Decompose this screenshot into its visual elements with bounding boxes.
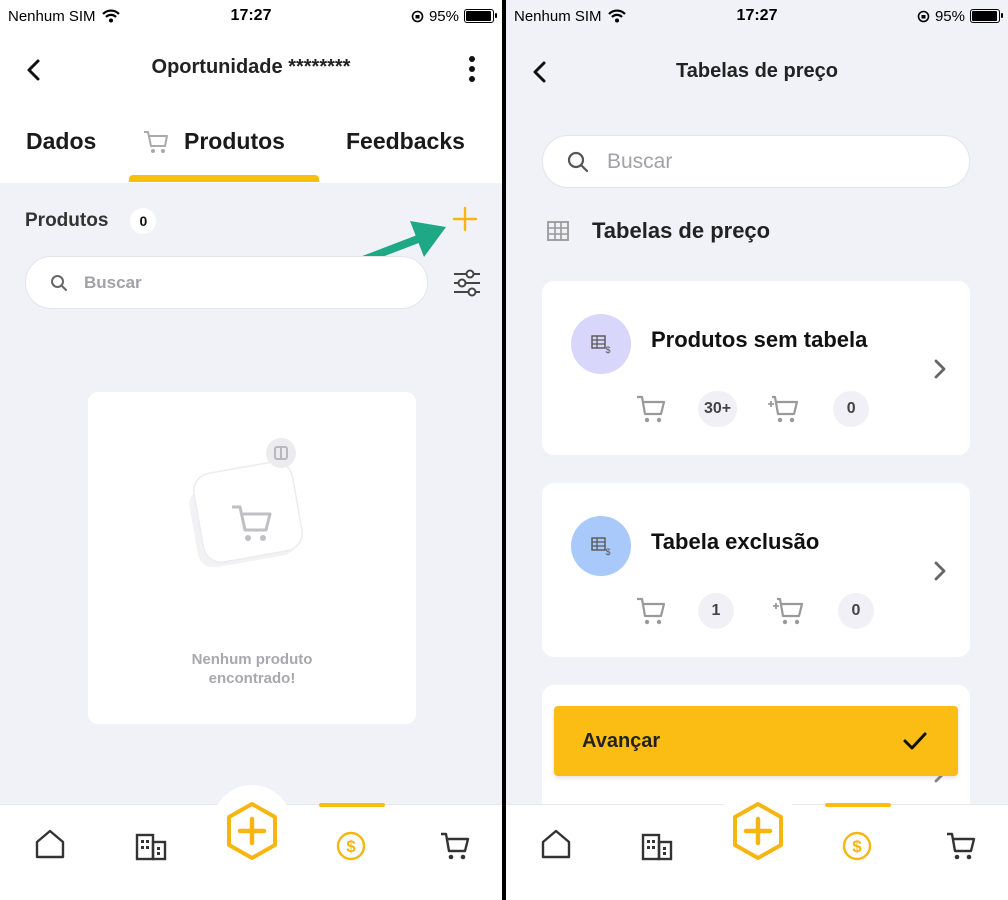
- svg-text:$: $: [605, 345, 610, 355]
- tab-label: Feedbacks: [346, 128, 465, 154]
- wifi-icon: [607, 9, 626, 23]
- search-input[interactable]: [607, 149, 907, 174]
- advance-button-label: Avançar: [582, 729, 661, 752]
- products-count-badge: 30+: [698, 391, 738, 427]
- more-options-icon[interactable]: [462, 54, 482, 84]
- home-icon[interactable]: [539, 827, 573, 861]
- price-table-search-bar[interactable]: [542, 135, 970, 188]
- empty-state-card: Nenhum produto encontrado!: [88, 392, 416, 724]
- bottom-navigation: $: [506, 785, 1008, 900]
- added-count-badge: 0: [838, 593, 874, 629]
- status-bar: Nenhum SIM 17:27 95%: [506, 0, 1008, 32]
- tab-produtos[interactable]: Produtos: [142, 128, 285, 155]
- price-table-avatar: $: [571, 516, 631, 576]
- added-count-badge: 0: [833, 391, 870, 427]
- products-section-header: Produtos 0: [25, 208, 157, 234]
- money-icon[interactable]: $: [334, 829, 368, 863]
- building-icon[interactable]: [640, 829, 674, 863]
- price-table-name: Tabela exclusão: [651, 529, 820, 554]
- cart-icon[interactable]: [438, 829, 472, 863]
- home-icon[interactable]: [33, 827, 67, 861]
- battery-percent: 95%: [934, 7, 965, 25]
- section-title: Tabelas de preço: [592, 218, 771, 243]
- orientation-lock-icon: [411, 10, 424, 22]
- search-icon: [51, 274, 67, 291]
- price-table-name: Produtos sem tabela: [651, 327, 868, 352]
- checkmark-icon: [903, 732, 927, 750]
- grid-table-icon: [547, 221, 569, 241]
- chevron-right-icon: [934, 561, 946, 581]
- bottom-navigation: $: [0, 785, 502, 900]
- product-count-badge: 0: [130, 208, 157, 234]
- price-table-stats: 1 0: [634, 593, 874, 629]
- price-table-card[interactable]: $ Tabela exclusão 1 0: [542, 483, 970, 657]
- orientation-lock-icon: [917, 10, 930, 22]
- left-screen: Nenhum SIM 17:27 95% Oportunidade ******…: [0, 0, 502, 900]
- right-screen: Nenhum SIM 17:27 95% Tabelas de preço Ta…: [506, 0, 1008, 900]
- page-title: Tabelas de preço: [676, 60, 838, 82]
- status-bar: Nenhum SIM 17:27 95%: [0, 0, 502, 32]
- cart-icon[interactable]: [944, 829, 978, 863]
- wifi-icon: [101, 9, 120, 23]
- add-fab-icon[interactable]: [224, 801, 280, 861]
- tab-dados[interactable]: Dados: [26, 128, 96, 155]
- clock: 17:27: [736, 7, 778, 24]
- battery-percent: 95%: [428, 7, 459, 25]
- tab-label: Dados: [26, 128, 97, 154]
- battery-icon: [464, 9, 497, 23]
- cart-add-icon: [773, 597, 804, 625]
- products-count-badge: 1: [698, 593, 734, 629]
- nav-active-indicator: [319, 803, 385, 807]
- battery-icon: [970, 9, 1003, 23]
- section-header: Tabelas de preço: [546, 218, 770, 244]
- tab-bar: Dados Produtos Feedbacks: [0, 122, 502, 182]
- price-table-stats: 30+ 0: [634, 391, 870, 427]
- chevron-right-icon: [934, 359, 946, 379]
- price-table-icon: $: [591, 335, 611, 355]
- add-fab-icon[interactable]: [730, 801, 786, 861]
- svg-text:$: $: [605, 547, 610, 557]
- building-icon[interactable]: [134, 829, 168, 863]
- money-icon[interactable]: $: [840, 829, 874, 863]
- tab-label: Produtos: [184, 128, 285, 154]
- filter-sliders-icon[interactable]: [451, 267, 483, 299]
- nav-active-indicator: [825, 803, 891, 807]
- product-search-bar[interactable]: [25, 256, 428, 309]
- cart-icon: [637, 395, 666, 423]
- clock: 17:27: [230, 7, 272, 24]
- page-title: Oportunidade ********: [151, 56, 351, 78]
- active-tab-indicator: [129, 175, 319, 182]
- carrier-label: Nenhum SIM: [514, 7, 602, 25]
- empty-line-2: encontrado!: [208, 670, 296, 687]
- cart-add-icon: [768, 395, 799, 423]
- price-table-avatar: $: [571, 314, 631, 374]
- cart-icon: [637, 597, 666, 625]
- search-input[interactable]: [84, 272, 384, 293]
- cart-icon: [144, 130, 168, 153]
- price-table-icon: $: [591, 537, 611, 557]
- price-table-card[interactable]: $ Produtos sem tabela 30+ 0: [542, 281, 970, 455]
- empty-cart-illustration-icon: [189, 438, 303, 567]
- search-icon: [567, 151, 589, 172]
- empty-line-1: Nenhum produto: [191, 651, 313, 668]
- section-title: Produtos: [25, 210, 109, 231]
- carrier-label: Nenhum SIM: [8, 7, 96, 25]
- svg-text:$: $: [346, 837, 356, 856]
- tab-feedbacks[interactable]: Feedbacks: [346, 128, 465, 155]
- empty-state-message: Nenhum produto encontrado!: [88, 650, 416, 688]
- advance-button[interactable]: Avançar: [554, 706, 958, 776]
- svg-text:$: $: [852, 837, 862, 856]
